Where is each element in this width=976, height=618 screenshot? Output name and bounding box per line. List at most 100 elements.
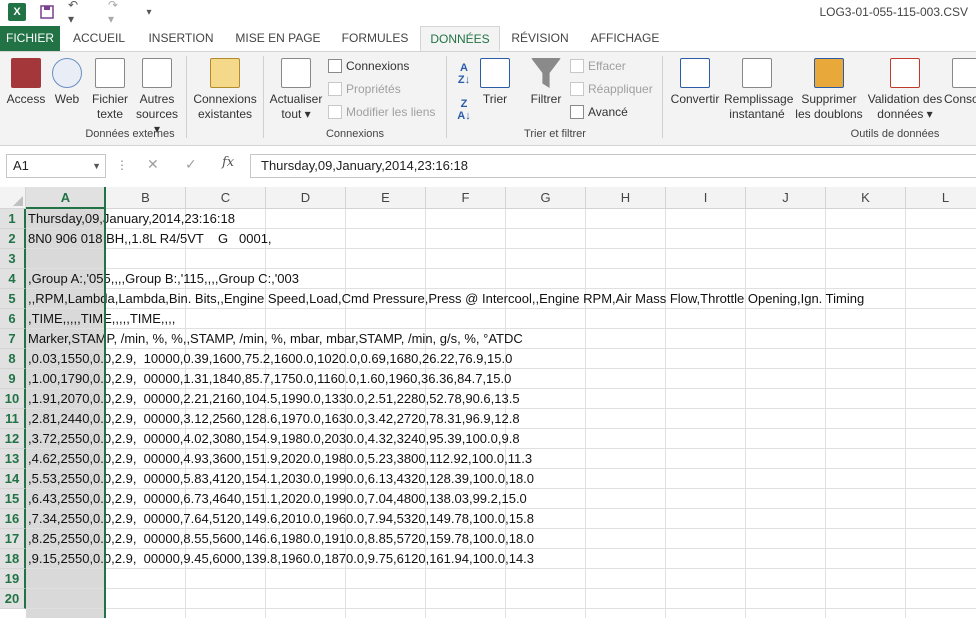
cell-a8[interactable]: ,0.03,1550,0.0,2.9, 10000,0.39,1600,75.2… — [28, 349, 512, 369]
tab-formulas[interactable]: FORMULES — [336, 26, 414, 51]
row-gridline — [26, 608, 976, 609]
text-to-columns-button[interactable]: Convertir — [668, 58, 722, 107]
excel-icon[interactable]: X — [8, 3, 26, 21]
cell-a1[interactable]: Thursday,09,January,2014,23:16:18 — [28, 209, 235, 229]
cancel-icon[interactable]: ✕ — [147, 156, 159, 173]
row-header[interactable]: 2 — [0, 229, 26, 249]
cell-a6[interactable]: ,TIME,,,,,TIME,,,,,TIME,,,, — [28, 309, 175, 329]
insert-function-icon[interactable]: fx — [222, 155, 234, 170]
advanced-filter-button[interactable]: Avancé — [570, 103, 628, 121]
save-icon[interactable] — [38, 3, 56, 21]
flash-fill-icon — [742, 58, 772, 88]
sort-az-button[interactable]: A Z↓ — [452, 62, 476, 86]
row-header[interactable]: 4 — [0, 269, 26, 289]
consolidate-button[interactable]: Conso — [944, 58, 976, 107]
tab-review[interactable]: RÉVISION — [506, 26, 574, 51]
row-header[interactable]: 11 — [0, 409, 26, 429]
undo-icon[interactable]: ↶ ▾ — [68, 0, 86, 26]
ribbon: Access Web Fichier texte Autres sources … — [0, 51, 976, 146]
tab-view[interactable]: AFFICHAGE — [584, 26, 666, 51]
text-to-columns-icon — [680, 58, 710, 88]
refresh-icon — [281, 58, 311, 88]
row-header[interactable]: 12 — [0, 429, 26, 449]
column-header-h[interactable]: H — [586, 187, 666, 209]
tab-file[interactable]: FICHIER — [0, 26, 60, 51]
tab-home[interactable]: ACCUEIL — [66, 26, 132, 51]
edit-links-button[interactable]: Modifier les liens — [328, 103, 435, 121]
cell-a15[interactable]: ,6.43,2550,0.0,2.9, 00000,6.73,4640,151.… — [28, 489, 527, 509]
column-header-j[interactable]: J — [746, 187, 826, 209]
column-header-g[interactable]: G — [506, 187, 586, 209]
column-header-d[interactable]: D — [266, 187, 346, 209]
remove-duplicates-button[interactable]: Supprimer les doublons — [794, 58, 864, 122]
column-header-e[interactable]: E — [346, 187, 426, 209]
row-header[interactable]: 14 — [0, 469, 26, 489]
flash-fill-button[interactable]: Remplissage instantané — [724, 58, 793, 122]
cell-a12[interactable]: ,3.72,2550,0.0,2.9, 00000,4.02,3080,154.… — [28, 429, 520, 449]
customize-qat-icon[interactable]: ▾ — [140, 3, 158, 21]
formula-input[interactable]: Thursday,09,January,2014,23:16:18 — [250, 154, 976, 178]
chevron-down-icon[interactable]: ▼ — [92, 155, 101, 177]
column-header-i[interactable]: I — [666, 187, 746, 209]
reapply-button[interactable]: Réappliquer — [570, 80, 653, 98]
row-header[interactable]: 19 — [0, 569, 26, 589]
other-sources-button[interactable]: Autres sources ▾ — [134, 58, 180, 137]
row-header[interactable]: 17 — [0, 529, 26, 549]
sort-za-icon: Z A↓ — [457, 98, 471, 122]
row-header[interactable]: 3 — [0, 249, 26, 269]
column-header-f[interactable]: F — [426, 187, 506, 209]
column-header-a[interactable]: A — [26, 187, 106, 209]
column-header-l[interactable]: L — [906, 187, 976, 209]
sort-button[interactable]: Trier — [478, 58, 512, 107]
connections-button[interactable]: Connexions — [328, 57, 409, 75]
edit-links-icon — [328, 105, 342, 119]
existing-connections-button[interactable]: Connexions existantes — [192, 58, 258, 122]
row-header[interactable]: 8 — [0, 349, 26, 369]
name-box[interactable]: A1 ▼ — [6, 154, 106, 178]
title-bar: X ↶ ▾ ↷ ▾ ▾ LOG3-01-055-115-003.CSV — [0, 0, 976, 26]
row-header[interactable]: 5 — [0, 289, 26, 309]
row-header[interactable]: 1 — [0, 209, 26, 229]
row-header[interactable]: 18 — [0, 549, 26, 569]
group-separator — [662, 56, 663, 138]
column-header-c[interactable]: C — [186, 187, 266, 209]
from-text-button[interactable]: Fichier texte — [88, 58, 132, 122]
data-validation-button[interactable]: Validation des données ▾ — [866, 58, 944, 122]
window-title: LOG3-01-055-115-003.CSV — [819, 5, 968, 19]
row-header[interactable]: 20 — [0, 589, 26, 609]
group-label-external-data: Données externes — [85, 128, 175, 140]
row-header[interactable]: 10 — [0, 389, 26, 409]
select-all-button[interactable] — [0, 187, 26, 209]
tab-insert[interactable]: INSERTION — [142, 26, 220, 51]
row-header[interactable]: 9 — [0, 369, 26, 389]
enter-icon[interactable]: ✓ — [185, 156, 197, 173]
access-button[interactable]: Access — [4, 58, 48, 107]
column-header-b[interactable]: B — [106, 187, 186, 209]
web-button[interactable]: Web — [50, 58, 84, 107]
column-header-k[interactable]: K — [826, 187, 906, 209]
row-header[interactable]: 16 — [0, 509, 26, 529]
spreadsheet-grid[interactable]: A B C D E F G H I J K L 1 Thursday,09,January,2014,23… — [0, 187, 976, 618]
row-header[interactable]: 13 — [0, 449, 26, 469]
filter-button[interactable]: Filtrer — [526, 58, 566, 107]
sort-za-button[interactable]: Z A↓ — [452, 98, 476, 122]
other-sources-icon — [142, 58, 172, 88]
cell-a2[interactable]: 8N0 906 018 BH,,1.8L R4/5VT G 0001, — [28, 229, 272, 249]
clear-filter-button[interactable]: Effacer — [570, 57, 626, 75]
cell-a11[interactable]: ,2.81,2440,0.0,2.9, 00000,3.12,2560,128.… — [28, 409, 520, 429]
properties-button[interactable]: Propriétés — [328, 80, 401, 98]
tab-data[interactable]: DONNÉES — [420, 26, 500, 52]
refresh-all-button[interactable]: Actualiser tout ▾ — [268, 58, 324, 122]
row-header[interactable]: 7 — [0, 329, 26, 349]
row-header[interactable]: 6 — [0, 309, 26, 329]
row-header[interactable]: 15 — [0, 489, 26, 509]
cell-a9[interactable]: ,1.00,1790,0.0,2.9, 00000,1.31,1840,85.7… — [28, 369, 511, 389]
cell-a10[interactable]: ,1.91,2070,0.0,2.9, 00000,2.21,2160,104.… — [28, 389, 520, 409]
cell-a7[interactable]: Marker,STAMP, /min, %, %,,STAMP, /min, %… — [28, 329, 523, 349]
cell-a4[interactable]: ,Group A:,'055,,,,Group B:,'115,,,,Group… — [28, 269, 299, 289]
redo-icon[interactable]: ↷ ▾ — [108, 0, 126, 26]
group-label-sort-filter: Trier et filtrer — [524, 128, 586, 140]
cell-a5[interactable]: ,,RPM,Lambda,Lambda,Bin. Bits,,Engine Sp… — [28, 289, 864, 309]
tab-page-layout[interactable]: MISE EN PAGE — [230, 26, 326, 51]
more-icon[interactable]: ⋮ — [116, 158, 128, 172]
